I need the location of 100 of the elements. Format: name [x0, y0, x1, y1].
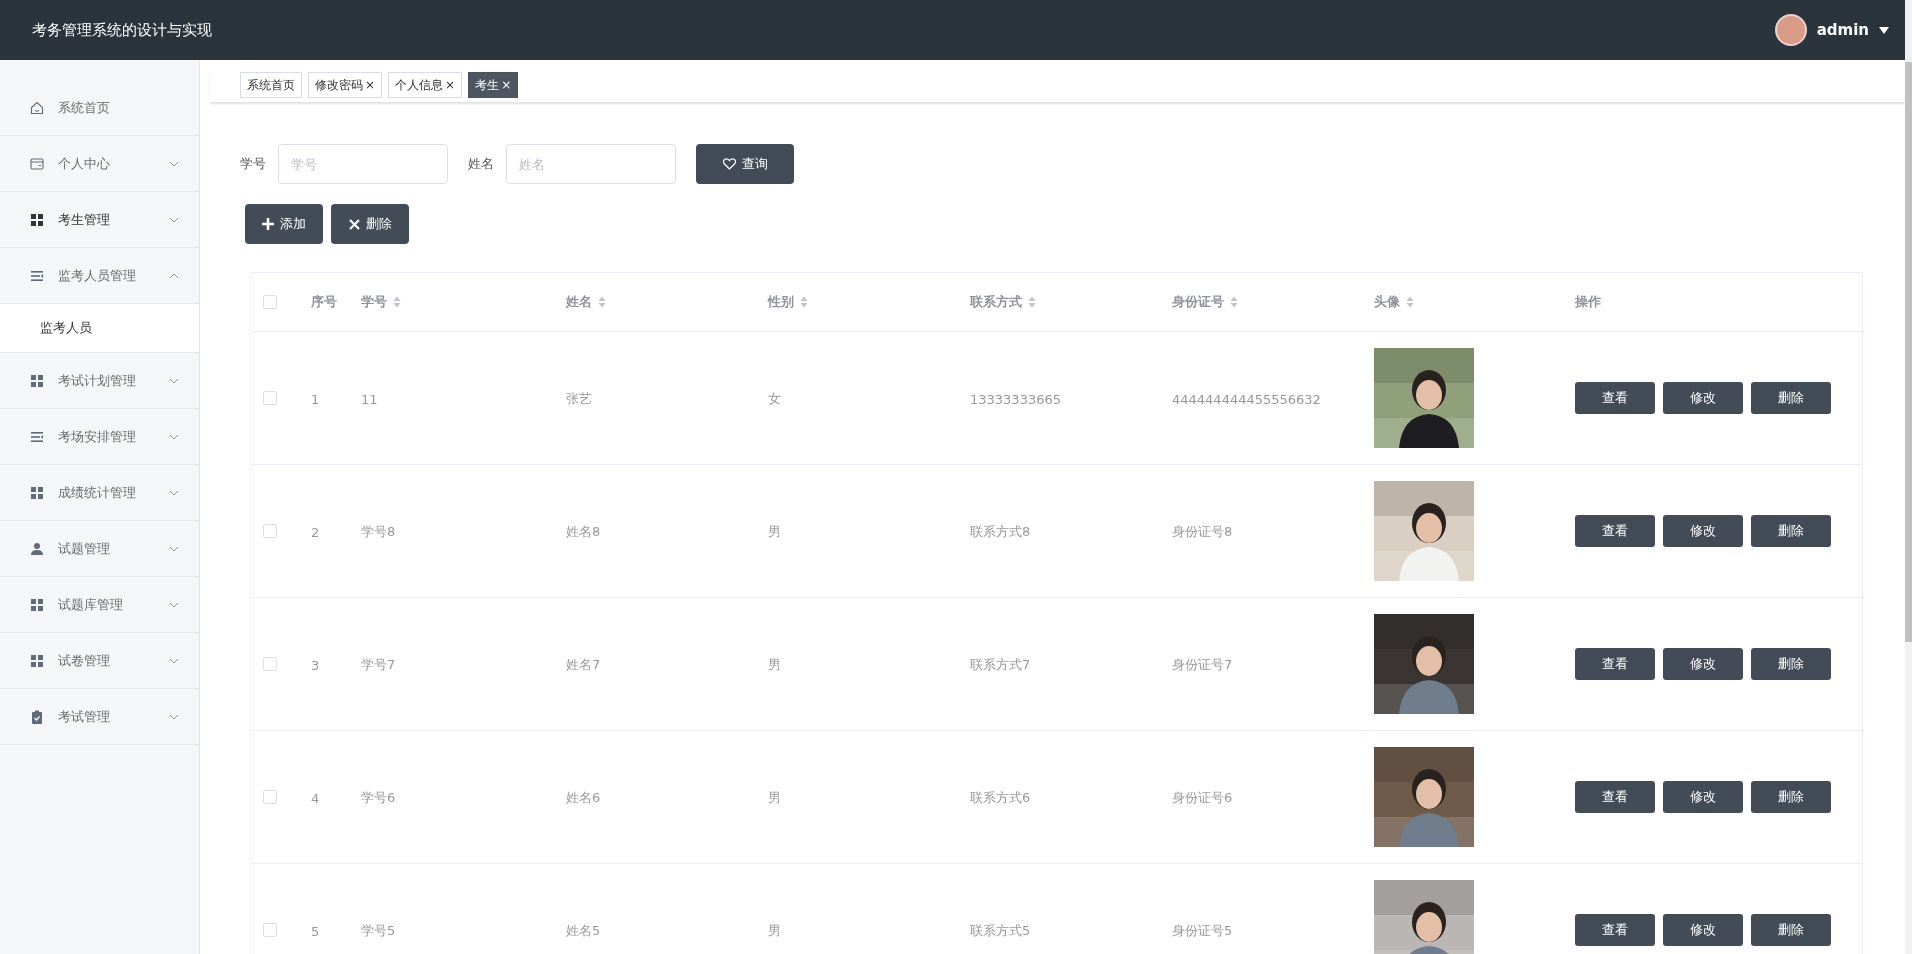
edit-button[interactable]: 修改 [1663, 914, 1743, 946]
submenu-item[interactable]: 监考人员 [0, 304, 199, 353]
edit-button[interactable]: 修改 [1663, 382, 1743, 414]
table-cell: 联系方式7 [970, 657, 1031, 672]
sort-icon[interactable] [598, 296, 606, 308]
table-cell: 11 [361, 391, 378, 407]
search-field[interactable]: 学号 [278, 144, 448, 184]
table-cell: 联系方式6 [970, 790, 1031, 805]
row-checkbox[interactable] [263, 391, 277, 405]
sidebar-item[interactable]: 试题管理 [0, 521, 199, 577]
table-cell: 444444444455556632 [1172, 391, 1321, 407]
field-label: 姓名 [468, 155, 494, 173]
table-cell: 5 [311, 923, 320, 939]
view-button[interactable]: 查看 [1575, 515, 1655, 547]
delete-button[interactable]: 删除 [1751, 382, 1831, 414]
close-icon[interactable]: × [445, 78, 456, 92]
table-cell: 男 [768, 923, 781, 938]
view-button[interactable]: 查看 [1575, 914, 1655, 946]
row-checkbox[interactable] [263, 524, 277, 538]
table-cell: 3 [311, 657, 320, 673]
column-header: 性别 [768, 293, 794, 311]
column-header: 学号 [361, 293, 387, 311]
edit-button[interactable]: 修改 [1663, 515, 1743, 547]
user-avatar[interactable] [1774, 14, 1807, 46]
chevron-down-icon [169, 216, 179, 223]
table-cell: 身份证号8 [1172, 524, 1233, 539]
chevron-down-icon [169, 160, 179, 167]
sidebar-item[interactable]: 个人中心 [0, 136, 199, 192]
sidebar-item[interactable]: 系统首页 [0, 80, 199, 136]
table-cell: 身份证号6 [1172, 790, 1233, 805]
search-button[interactable]: 查询 [696, 144, 794, 184]
edit-button[interactable]: 修改 [1663, 781, 1743, 813]
delete-button[interactable]: 删除 [1751, 515, 1831, 547]
close-icon[interactable]: × [501, 78, 512, 92]
table-cell: 男 [768, 657, 781, 672]
delete-button[interactable]: 删除 [1751, 781, 1831, 813]
plus-icon [262, 218, 274, 230]
column-header: 联系方式 [970, 293, 1022, 311]
table-cell: 学号5 [361, 923, 396, 938]
view-button[interactable]: 查看 [1575, 648, 1655, 680]
tab-label: 修改密码 [315, 76, 363, 94]
table-cell: 姓名6 [566, 790, 601, 805]
sort-icon[interactable] [800, 296, 808, 308]
row-checkbox[interactable] [263, 790, 277, 804]
table-cell: 姓名5 [566, 923, 601, 938]
column-header: 操作 [1575, 293, 1601, 311]
clipboard-icon [30, 709, 44, 724]
add-button[interactable]: 添加 [245, 204, 323, 244]
sidebar-item[interactable]: 考场安排管理 [0, 409, 199, 465]
table-cell: 联系方式5 [970, 923, 1031, 938]
sidebar-item[interactable]: 试题库管理 [0, 577, 199, 633]
sidebar-item[interactable]: 考试计划管理 [0, 353, 199, 409]
user-name[interactable]: admin [1816, 21, 1869, 39]
sidebar-item[interactable]: 考生管理 [0, 192, 199, 248]
home-icon [30, 100, 44, 115]
chevron-down-icon [169, 601, 179, 608]
sidebar-item[interactable]: 成绩统计管理 [0, 465, 199, 521]
delete-button[interactable]: 删除 [1751, 648, 1831, 680]
table-cell: 联系方式8 [970, 524, 1031, 539]
tab[interactable]: 修改密码 × [308, 72, 383, 98]
table-cell: 张艺 [566, 391, 592, 406]
select-all-checkbox[interactable] [263, 295, 277, 309]
tab[interactable]: 个人信息 × [388, 72, 463, 98]
sort-icon[interactable] [1028, 296, 1036, 308]
tab[interactable]: 考生 × [468, 72, 519, 98]
delete-button[interactable]: 删除 [1751, 914, 1831, 946]
sidebar-item[interactable]: 考试管理 [0, 689, 199, 745]
table-cell: 男 [768, 790, 781, 805]
view-button[interactable]: 查看 [1575, 382, 1655, 414]
table-cell: 学号6 [361, 790, 396, 805]
table-cell: 2 [311, 524, 320, 540]
table-cell: 姓名7 [566, 657, 601, 672]
edit-button[interactable]: 修改 [1663, 648, 1743, 680]
column-header: 序号 [311, 293, 337, 311]
scrollbar[interactable] [1905, 0, 1912, 954]
view-button[interactable]: 查看 [1575, 781, 1655, 813]
column-header: 身份证号 [1172, 293, 1224, 311]
tab[interactable]: 系统首页 [240, 72, 302, 98]
chevron-down-icon [169, 657, 179, 664]
close-icon [348, 218, 360, 230]
caret-icon[interactable] [1879, 26, 1889, 34]
table-cell: 学号7 [361, 657, 396, 672]
table-cell: 身份证号5 [1172, 923, 1233, 938]
sidebar-item[interactable]: 试卷管理 [0, 633, 199, 689]
row-checkbox[interactable] [263, 657, 277, 671]
sort-icon[interactable] [393, 296, 401, 308]
sort-icon[interactable] [1230, 296, 1238, 308]
column-header: 姓名 [566, 293, 592, 311]
sort-icon[interactable] [1406, 296, 1414, 308]
heart-icon [722, 158, 736, 170]
card-icon [30, 156, 44, 171]
close-icon[interactable]: × [365, 78, 376, 92]
list-icon [30, 429, 44, 444]
field-label: 学号 [240, 155, 266, 173]
search-field[interactable]: 姓名 [506, 144, 676, 184]
row-checkbox[interactable] [263, 923, 277, 937]
table-cell: 女 [768, 391, 781, 406]
table-cell: 男 [768, 524, 781, 539]
delete-button[interactable]: 删除 [331, 204, 409, 244]
chevron-down-icon [169, 377, 179, 384]
